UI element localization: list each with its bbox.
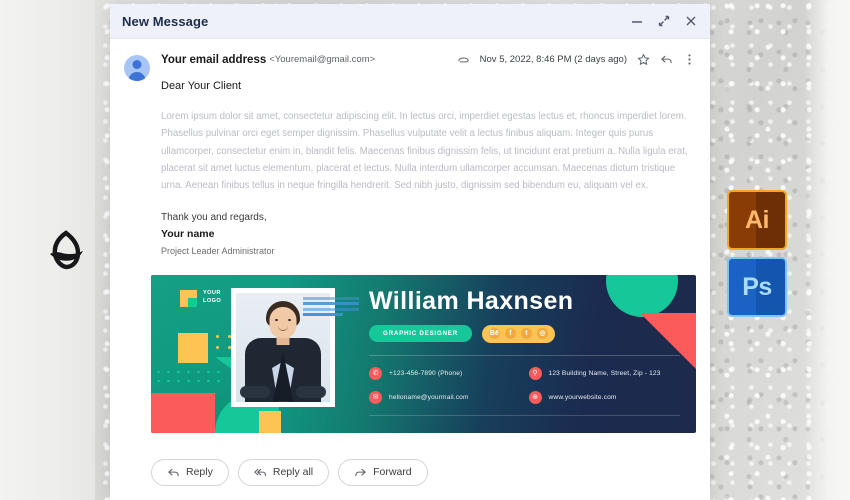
contact-email-text: helloname@yourmail.com bbox=[389, 393, 469, 401]
contact-email: ✉ helloname@yourmail.com bbox=[369, 390, 521, 404]
paperclip-icon bbox=[458, 57, 469, 63]
window-title: New Message bbox=[122, 13, 209, 29]
behance-icon[interactable]: Bē bbox=[488, 328, 500, 340]
contact-website-text: www.yourwebsite.com bbox=[548, 393, 617, 401]
signoff-role: Project Leader Administrator bbox=[161, 246, 275, 257]
banner-red-square bbox=[151, 392, 215, 433]
contact-phone-text: +123-456-7890 (Phone) bbox=[389, 369, 463, 377]
location-icon: ⚲ bbox=[528, 366, 542, 380]
sender-row: Your email address <Youremail@gmail.com>… bbox=[161, 53, 696, 66]
avatar-body bbox=[128, 72, 146, 81]
banner-logo-text: YOUR LOGO bbox=[203, 289, 222, 304]
signoff-name: Your name bbox=[161, 228, 215, 241]
banner-logo-mark-inner bbox=[188, 297, 197, 307]
banner-role-row: GRAPHIC DESIGNER Bē f t ◎ bbox=[369, 324, 680, 343]
banner-yellow-square-bottom bbox=[259, 410, 281, 433]
window-title-bar: New Message bbox=[110, 4, 710, 39]
phone-icon: ✆ bbox=[369, 366, 382, 380]
contact-address: ⚲ 123 Building Name, Street, Zip - 123 bbox=[528, 366, 681, 380]
adobe-photoshop-label: Ps bbox=[742, 272, 772, 301]
signature-banner-image: YOUR LOGO William Haxnsen GRAPHIC DESIGN… bbox=[151, 274, 696, 433]
twitter-icon[interactable]: t bbox=[520, 328, 532, 340]
adobe-illustrator-label: Ai bbox=[745, 205, 770, 234]
collapse-icon[interactable] bbox=[657, 14, 671, 28]
contact-website: ⊕ www.yourwebsite.com bbox=[528, 390, 681, 404]
reply-button[interactable]: Reply bbox=[151, 458, 229, 486]
message-date: Nov 5, 2022, 8:46 PM (2 days ago) bbox=[479, 54, 627, 65]
banner-info-column: William Haxnsen GRAPHIC DESIGNER Bē f t … bbox=[369, 286, 681, 416]
banner-yellow-square bbox=[178, 332, 208, 363]
banner-divider-bottom bbox=[369, 414, 680, 416]
portrait-face bbox=[269, 306, 297, 338]
body-paragraph: Lorem ipsum dolor sit amet, consectetur … bbox=[161, 111, 688, 192]
instagram-icon[interactable]: ◎ bbox=[536, 328, 548, 340]
background-right-fade bbox=[804, 0, 850, 500]
contact-phone: ✆ +123-456-7890 (Phone) bbox=[369, 366, 521, 380]
avatar-head bbox=[132, 60, 142, 69]
reply-arrow-icon[interactable] bbox=[660, 53, 673, 66]
banner-divider-top bbox=[369, 354, 680, 356]
reply-actions-bar: Reply Reply all Forward bbox=[110, 433, 710, 486]
mail-window: New Message Your email address <Youremai… bbox=[110, 4, 710, 500]
reply-all-arrow-icon bbox=[254, 468, 266, 476]
forward-button[interactable]: Forward bbox=[338, 458, 428, 486]
facebook-icon[interactable]: f bbox=[504, 328, 516, 340]
adobe-photoshop-icon[interactable]: Ps bbox=[727, 257, 787, 317]
signature-block: Thank you and regards, Your name Project… bbox=[161, 210, 696, 258]
adobe-illustrator-icon[interactable]: Ai bbox=[727, 190, 787, 250]
banner-blue-stripes bbox=[303, 296, 359, 319]
portrait-eye-right bbox=[288, 318, 291, 321]
portrait-arm-right bbox=[296, 385, 326, 398]
reply-arrow-icon bbox=[168, 468, 179, 476]
message-body: Lorem ipsum dolor sit amet, consectetur … bbox=[110, 108, 710, 259]
banner-role-badge: GRAPHIC DESIGNER bbox=[369, 325, 472, 343]
banner-contact-list: ✆ +123-456-7890 (Phone) ⚲ 123 Building N… bbox=[369, 366, 681, 404]
banner-dot-grid bbox=[157, 370, 233, 387]
reply-all-button[interactable]: Reply all bbox=[237, 458, 330, 486]
leaf-swoosh-logo-icon bbox=[44, 228, 88, 272]
portrait-eye-left bbox=[275, 318, 278, 321]
forward-button-label: Forward bbox=[373, 466, 412, 479]
email-icon: ✉ bbox=[369, 390, 382, 404]
reply-button-label: Reply bbox=[186, 466, 213, 479]
sender-email: <Youremail@gmail.com> bbox=[269, 54, 376, 65]
portrait-arm-left bbox=[240, 385, 270, 398]
forward-arrow-icon bbox=[355, 468, 366, 476]
star-icon[interactable] bbox=[637, 53, 650, 66]
header-actions: Nov 5, 2022, 8:46 PM (2 days ago) bbox=[457, 53, 696, 66]
close-icon[interactable] bbox=[684, 14, 698, 28]
banner-social-icons: Bē f t ◎ bbox=[481, 324, 555, 343]
reply-all-button-label: Reply all bbox=[272, 466, 314, 479]
globe-icon: ⊕ bbox=[528, 390, 542, 404]
sender-name: Your email address bbox=[161, 53, 267, 66]
minimize-icon[interactable] bbox=[630, 14, 644, 28]
avatar bbox=[124, 55, 150, 81]
greeting-text: Dear Your Client bbox=[161, 80, 242, 92]
window-controls bbox=[630, 14, 698, 28]
header-main: Your email address <Youremail@gmail.com>… bbox=[161, 53, 696, 92]
message-header: Your email address <Youremail@gmail.com>… bbox=[110, 39, 710, 92]
banner-person-name: William Haxnsen bbox=[369, 286, 574, 315]
kebab-menu-icon[interactable] bbox=[683, 53, 696, 66]
signoff-line: Thank you and regards, bbox=[161, 212, 267, 224]
contact-address-text: 123 Building Name, Street, Zip - 123 bbox=[548, 369, 661, 377]
